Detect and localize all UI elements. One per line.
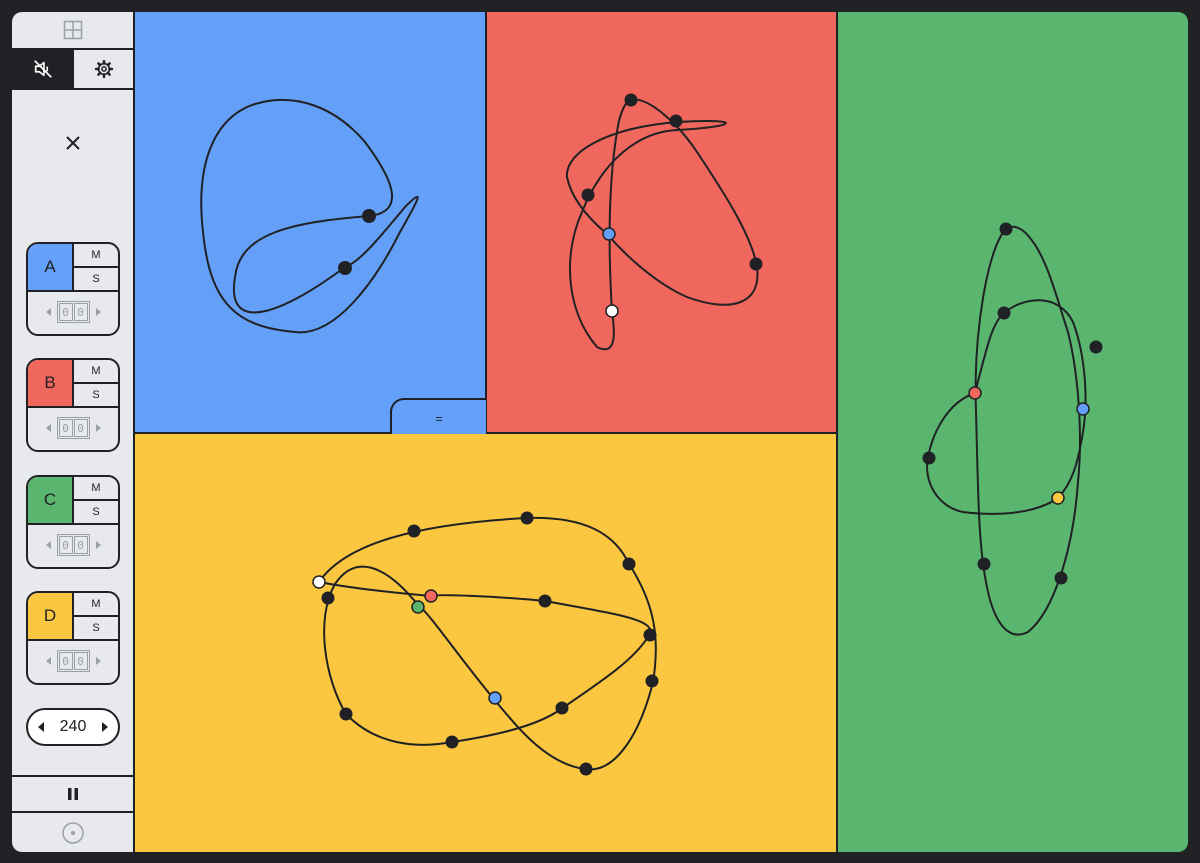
- sidebar: A M S 0 0 B M S 0 0 C M S 0 0 D M S 0 0 …: [12, 12, 135, 852]
- pane-d[interactable]: [135, 432, 836, 852]
- step-dot[interactable]: [581, 188, 595, 202]
- decrement-arrow-icon[interactable]: [45, 308, 51, 316]
- track-card-c: C M S 0 0: [26, 475, 120, 569]
- increment-arrow-icon[interactable]: [95, 424, 101, 432]
- close-button[interactable]: [12, 122, 133, 164]
- step-dot[interactable]: [605, 304, 619, 318]
- step-dot[interactable]: [997, 306, 1011, 320]
- solo-toggle[interactable]: S: [74, 268, 118, 290]
- track-letter[interactable]: C: [28, 477, 74, 523]
- step-dot[interactable]: [922, 451, 936, 465]
- step-dot[interactable]: [407, 524, 421, 538]
- loop-path-b: [565, 93, 763, 351]
- track-letter[interactable]: A: [28, 244, 74, 290]
- digit: 0: [73, 303, 88, 321]
- volume-off-icon: [34, 60, 52, 78]
- digit: 0: [58, 652, 73, 670]
- step-counter: 0 0: [56, 417, 90, 439]
- step-dot[interactable]: [338, 261, 352, 275]
- solo-toggle[interactable]: S: [74, 617, 118, 639]
- step-counter: 0 0: [56, 650, 90, 672]
- solo-toggle[interactable]: S: [74, 501, 118, 523]
- digit: 0: [73, 419, 88, 437]
- mute-toggle[interactable]: M: [74, 593, 118, 617]
- loop-path-d: [312, 511, 659, 776]
- track-card-a: A M S 0 0: [26, 242, 120, 336]
- step-dot[interactable]: [1076, 402, 1090, 416]
- mute-toggle[interactable]: M: [74, 360, 118, 384]
- step-dot[interactable]: [312, 575, 326, 589]
- step-dot[interactable]: [1051, 491, 1065, 505]
- track-letter[interactable]: D: [28, 593, 74, 639]
- gear-icon: [94, 59, 113, 79]
- step-dot[interactable]: [445, 735, 459, 749]
- step-dot[interactable]: [622, 557, 636, 571]
- close-icon: [65, 136, 80, 150]
- step-dot[interactable]: [602, 227, 616, 241]
- grid-layout-icon: [63, 20, 82, 40]
- drag-handle-icon: =: [435, 412, 443, 426]
- step-dot[interactable]: [669, 114, 683, 128]
- tempo-decrease-icon[interactable]: [38, 722, 44, 732]
- pause-icon: [67, 788, 78, 800]
- digit: 0: [58, 303, 73, 321]
- pause-button[interactable]: [12, 775, 133, 813]
- step-dot[interactable]: [538, 594, 552, 608]
- increment-arrow-icon[interactable]: [95, 308, 101, 316]
- step-dot[interactable]: [488, 691, 502, 705]
- digit: 0: [58, 536, 73, 554]
- track-letter[interactable]: B: [28, 360, 74, 406]
- step-dot[interactable]: [579, 762, 593, 776]
- settings-button[interactable]: [74, 50, 133, 88]
- step-dot[interactable]: [624, 93, 638, 107]
- step-dot[interactable]: [339, 707, 353, 721]
- step-dot[interactable]: [643, 628, 657, 642]
- step-counter: 0 0: [56, 534, 90, 556]
- pane-a[interactable]: [135, 12, 485, 432]
- tempo-increase-icon[interactable]: [101, 722, 108, 732]
- mute-button[interactable]: [12, 50, 74, 88]
- solo-toggle[interactable]: S: [74, 384, 118, 406]
- tempo-control: 240: [26, 708, 120, 746]
- increment-arrow-icon[interactable]: [95, 657, 101, 665]
- record-button[interactable]: [12, 813, 133, 852]
- track-card-b: B M S 0 0: [26, 358, 120, 452]
- pane-b[interactable]: [485, 12, 836, 432]
- loop-path-c: [922, 222, 1103, 636]
- digit: 0: [58, 419, 73, 437]
- decrement-arrow-icon[interactable]: [45, 657, 51, 665]
- step-dot[interactable]: [424, 589, 438, 603]
- step-dot[interactable]: [362, 209, 376, 223]
- digit: 0: [73, 536, 88, 554]
- increment-arrow-icon[interactable]: [95, 541, 101, 549]
- step-dot[interactable]: [321, 591, 335, 605]
- mute-toggle[interactable]: M: [74, 477, 118, 501]
- step-dot[interactable]: [749, 257, 763, 271]
- layout-button[interactable]: [12, 12, 133, 50]
- pane-divider-handle[interactable]: =: [390, 398, 486, 434]
- track-card-d: D M S 0 0: [26, 591, 120, 685]
- decrement-arrow-icon[interactable]: [45, 424, 51, 432]
- step-dot[interactable]: [999, 222, 1013, 236]
- decrement-arrow-icon[interactable]: [45, 541, 51, 549]
- step-dot[interactable]: [411, 600, 425, 614]
- loop-path-a: [200, 98, 419, 334]
- step-dot[interactable]: [977, 557, 991, 571]
- step-dot[interactable]: [555, 701, 569, 715]
- step-counter: 0 0: [56, 301, 90, 323]
- digit: 0: [73, 652, 88, 670]
- tempo-value: 240: [59, 718, 87, 735]
- step-dot[interactable]: [520, 511, 534, 525]
- step-dot[interactable]: [645, 674, 659, 688]
- record-icon: [61, 821, 84, 844]
- step-dot[interactable]: [1089, 340, 1103, 354]
- mute-toggle[interactable]: M: [74, 244, 118, 268]
- step-dot[interactable]: [1054, 571, 1068, 585]
- step-dot[interactable]: [968, 386, 982, 400]
- pane-c[interactable]: [836, 12, 1188, 852]
